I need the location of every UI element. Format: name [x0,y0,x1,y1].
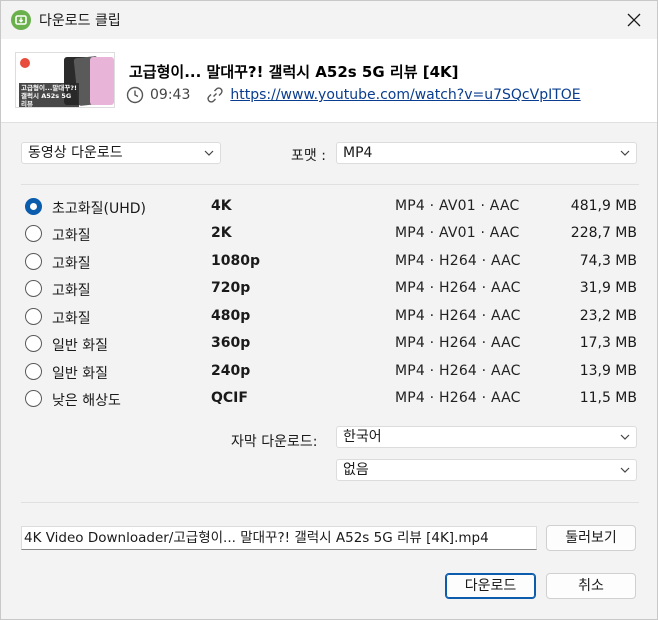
quality-option[interactable]: 고화질 720p MP4 · H264 · AAC 31,9 MB [25,277,645,301]
video-meta: 09:43 https://www.youtube.com/watch?v=u7… [126,85,581,105]
download-type-select[interactable]: 동영상 다운로드 [21,142,221,164]
quality-radio[interactable] [25,308,42,325]
quality-radio[interactable] [25,390,42,407]
chevron-down-icon [620,434,630,440]
quality-codec: MP4 · H264 · AAC [395,253,521,269]
video-info-panel: 고급형이...말대꾸?! 갤럭시 A52s 5G 리뷰 고급형이... 말대꾸?… [1,39,657,123]
quality-resolution: 480p [211,308,251,324]
quality-resolution: 1080p [211,253,260,269]
quality-size: 481,9 MB [570,198,637,214]
cancel-button[interactable]: 취소 [546,573,636,599]
quality-codec: MP4 · AV01 · AAC [395,198,520,214]
close-button[interactable] [619,5,649,35]
output-path-input[interactable]: 4K Video Downloader/고급형이... 말대꾸?! 갤럭시 A5… [21,526,537,550]
channel-logo-icon [20,58,30,68]
quality-size: 17,3 MB [579,335,637,351]
quality-option[interactable]: 고화질 480p MP4 · H264 · AAC 23,2 MB [25,305,645,329]
quality-radio[interactable] [25,225,42,242]
quality-size: 228,7 MB [570,225,637,241]
quality-option[interactable]: 낮은 해상도 QCIF MP4 · H264 · AAC 11,5 MB [25,387,645,411]
download-icon [11,10,31,30]
quality-radio[interactable] [25,198,42,215]
subtitle-secondary-value: 없음 [343,462,369,478]
subtitle-secondary-select[interactable]: 없음 [336,459,637,481]
clock-icon [126,86,144,104]
download-clip-dialog: 다운로드 클립 고급형이...말대꾸?! 갤럭시 A52s 5G 리뷰 고급형이… [0,0,658,620]
quality-codec: MP4 · H264 · AAC [395,390,521,406]
quality-codec: MP4 · H264 · AAC [395,280,521,296]
quality-radio[interactable] [25,335,42,352]
quality-codec: MP4 · H264 · AAC [395,335,521,351]
format-select[interactable]: MP4 [336,142,637,164]
video-thumbnail: 고급형이...말대꾸?! 갤럭시 A52s 5G 리뷰 [15,52,115,108]
quality-size: 31,9 MB [579,280,637,296]
quality-size: 11,5 MB [579,390,637,406]
download-button[interactable]: 다운로드 [445,573,536,599]
format-label: 포맷 : [291,148,326,164]
subtitle-label: 자막 다운로드: [231,434,318,450]
quality-codec: MP4 · H264 · AAC [395,363,521,379]
thumbnail-caption: 고급형이...말대꾸?! 갤럭시 A52s 5G 리뷰 [19,83,79,108]
quality-codec: MP4 · AV01 · AAC [395,225,520,241]
subtitle-language-select[interactable]: 한국어 [336,426,637,448]
quality-name: 고화질 [52,283,91,299]
quality-name: 고화질 [52,256,91,272]
quality-option[interactable]: 고화질 1080p MP4 · H264 · AAC 74,3 MB [25,250,645,274]
format-value: MP4 [343,145,373,161]
link-icon [207,87,223,103]
quality-name: 고화질 [52,311,91,327]
title-bar: 다운로드 클립 [1,1,657,39]
quality-option[interactable]: 초고화질(UHD) 4K MP4 · AV01 · AAC 481,9 MB [25,195,645,219]
quality-option[interactable]: 고화질 2K MP4 · AV01 · AAC 228,7 MB [25,222,645,246]
video-title: 고급형이... 말대꾸?! 갤럭시 A52s 5G 리뷰 [4K] [129,63,459,81]
quality-radio[interactable] [25,363,42,380]
quality-resolution: QCIF [211,390,248,406]
quality-radio[interactable] [25,253,42,270]
quality-codec: MP4 · H264 · AAC [395,308,521,324]
quality-name: 낮은 해상도 [52,393,121,409]
download-type-value: 동영상 다운로드 [28,145,123,161]
chevron-down-icon [620,150,630,156]
quality-name: 초고화질(UHD) [52,201,146,217]
quality-resolution: 4K [211,198,232,214]
subtitle-language-value: 한국어 [343,429,382,445]
quality-resolution: 2K [211,225,232,241]
quality-name: 일반 화질 [52,338,108,354]
quality-size: 13,9 MB [579,363,637,379]
quality-size: 74,3 MB [579,253,637,269]
video-url-link[interactable]: https://www.youtube.com/watch?v=u7SQcVpI… [230,87,580,103]
quality-resolution: 360p [211,335,251,351]
quality-option[interactable]: 일반 화질 240p MP4 · H264 · AAC 13,9 MB [25,360,645,384]
quality-resolution: 240p [211,363,251,379]
quality-radio[interactable] [25,280,42,297]
chevron-down-icon [620,467,630,473]
video-duration: 09:43 [150,87,191,103]
quality-resolution: 720p [211,280,251,296]
quality-name: 일반 화질 [52,366,108,382]
browse-button[interactable]: 둘러보기 [546,525,636,551]
window-title: 다운로드 클립 [39,13,121,29]
quality-option[interactable]: 일반 화질 360p MP4 · H264 · AAC 17,3 MB [25,332,645,356]
close-icon [627,13,641,27]
divider [21,184,639,185]
quality-name: 고화질 [52,228,91,244]
chevron-down-icon [204,150,214,156]
quality-size: 23,2 MB [579,308,637,324]
divider [21,502,639,503]
